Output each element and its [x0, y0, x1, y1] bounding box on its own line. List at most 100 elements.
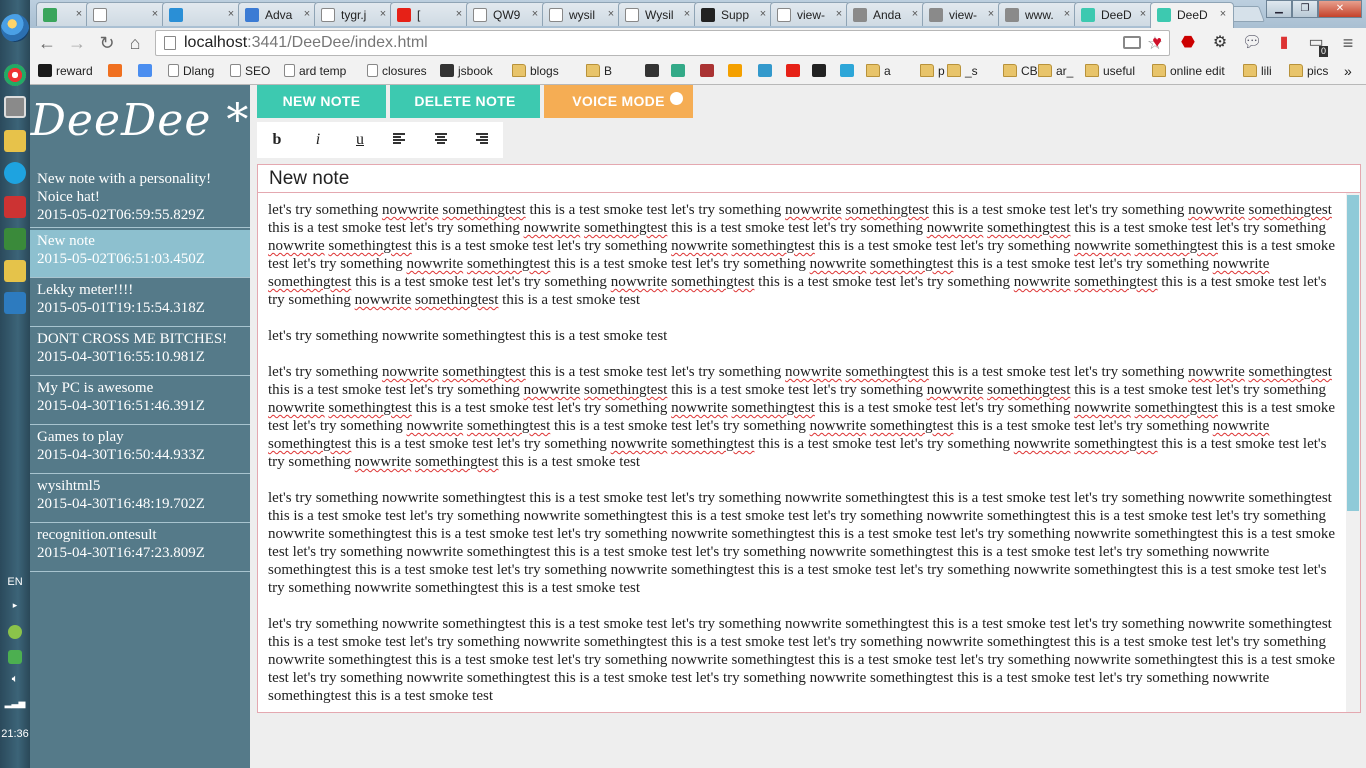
network-taskbar-icon[interactable] [4, 228, 26, 250]
address-bar[interactable]: localhost:3441/DeeDee/index.html ☆ [155, 30, 1170, 56]
misspelled-word[interactable]: somethingtest [845, 202, 928, 218]
misspelled-word[interactable]: somethingtest [415, 454, 498, 470]
tab-close-icon[interactable]: × [833, 7, 845, 21]
misspelled-word[interactable]: nowwrite [1014, 274, 1071, 290]
align-right-icon[interactable] [476, 133, 488, 145]
misspelled-word[interactable]: somethingtest [1135, 400, 1218, 416]
tab-close-icon[interactable]: × [681, 7, 693, 21]
misspelled-word[interactable]: nowwrite [268, 400, 325, 416]
bookmark-item[interactable]: lili [1243, 63, 1272, 80]
minimize-button[interactable]: ▁ [1266, 0, 1292, 18]
misspelled-word[interactable]: nowwrite [810, 418, 867, 434]
note-list-item[interactable]: recognition.ontesult 2015-04-30T16:47:23.… [30, 524, 250, 572]
misspelled-word[interactable]: somethingtest [1074, 274, 1157, 290]
misspelled-word[interactable]: somethingtest [442, 202, 525, 218]
tab-close-icon[interactable]: × [605, 7, 617, 21]
bold-button[interactable]: b [265, 128, 289, 152]
misspelled-word[interactable]: nowwrite [524, 220, 581, 236]
misspelled-word[interactable]: nowwrite [671, 400, 728, 416]
misspelled-word[interactable]: nowwrite [927, 220, 984, 236]
restore-button[interactable]: ❐ [1292, 0, 1318, 18]
note-body-editor[interactable]: let's try something nowwrite somethingte… [268, 201, 1346, 711]
forward-arrow-icon[interactable]: → [66, 32, 88, 54]
misspelled-word[interactable]: somethingtest [1074, 436, 1157, 452]
heart-extension-icon[interactable]: ♥ [1147, 33, 1167, 53]
cast-icon[interactable] [1123, 36, 1141, 49]
chrome-taskbar-icon[interactable] [4, 64, 26, 86]
bookmark-item[interactable]: a [866, 63, 891, 80]
chat-extension-icon[interactable]: 💬︎ [1242, 33, 1262, 53]
note-list-item[interactable]: Games to play 2015-04-30T16:50:44.933Z [30, 426, 250, 474]
misspelled-word[interactable]: somethingtest [1135, 238, 1218, 254]
misspelled-word[interactable]: nowwrite [268, 238, 325, 254]
misspelled-word[interactable]: somethingtest [987, 220, 1070, 236]
misspelled-word[interactable]: somethingtest [987, 382, 1070, 398]
browser-tab[interactable]: Wysil × [618, 2, 698, 26]
bookmark-item[interactable] [108, 63, 126, 80]
bookmark-item[interactable]: ard temp [284, 63, 346, 80]
misspelled-word[interactable]: somethingtest [268, 436, 351, 452]
terminal-taskbar-icon[interactable] [4, 96, 26, 118]
note-list-item[interactable]: My PC is awesome 2015-04-30T16:51:46.391Z [30, 377, 250, 425]
misspelled-word[interactable]: nowwrite [1074, 238, 1131, 254]
bookmark-icon-button[interactable] [840, 63, 858, 80]
bookmark-icon-button[interactable] [786, 63, 804, 80]
tab-close-icon[interactable]: × [1217, 7, 1229, 21]
browser-tab[interactable]: view- × [770, 2, 850, 26]
bookmark-item[interactable]: online edit [1152, 63, 1225, 80]
voice-mode-button[interactable]: VOICE MODE [544, 85, 693, 118]
tray-app-icon[interactable] [8, 625, 22, 639]
note-list-item[interactable]: New note 2015-05-02T06:51:03.450Z [30, 230, 250, 278]
browser-tab[interactable]: view- × [922, 2, 1002, 26]
browser-tab[interactable]: × [162, 2, 242, 26]
adblock-extension-icon[interactable]: ⬣ [1178, 33, 1198, 53]
misspelled-word[interactable]: somethingtest [845, 364, 928, 380]
misspelled-word[interactable]: nowwrite [1014, 436, 1071, 452]
sticky-notes-taskbar-icon[interactable] [4, 260, 26, 282]
bookmark-icon-button[interactable] [671, 63, 689, 80]
italic-button[interactable]: i [306, 128, 330, 152]
browser-tab[interactable]: DeeD × [1150, 2, 1234, 28]
browser-tab[interactable]: wysil × [542, 2, 622, 26]
taskbar-clock[interactable]: 21:36 [0, 728, 30, 740]
note-title-input[interactable]: New note [258, 165, 1360, 193]
bookmark-item[interactable]: CB [1003, 63, 1038, 80]
misspelled-word[interactable]: somethingtest [584, 382, 667, 398]
bookmark-item[interactable]: _s [947, 63, 978, 80]
tab-close-icon[interactable]: × [377, 7, 389, 21]
tray-expand-icon[interactable]: ▸ [0, 600, 30, 611]
tab-close-icon[interactable]: × [985, 7, 997, 21]
browser-tab[interactable]: [× [390, 2, 470, 26]
misspelled-word[interactable]: nowwrite [382, 202, 439, 218]
bookmark-item[interactable] [138, 63, 156, 80]
misspelled-word[interactable]: somethingtest [584, 220, 667, 236]
tab-close-icon[interactable]: × [757, 7, 769, 21]
misspelled-word[interactable]: nowwrite [1188, 202, 1245, 218]
misspelled-word[interactable]: somethingtest [671, 436, 754, 452]
align-left-icon[interactable] [393, 133, 405, 145]
bookmark-item[interactable]: reward [38, 63, 93, 80]
browser-tab[interactable]: www. × [998, 2, 1078, 26]
extension-badge-icon[interactable]: ▭ 0 [1306, 33, 1328, 57]
misspelled-word[interactable]: somethingtest [870, 256, 953, 272]
tab-close-icon[interactable]: × [73, 7, 85, 21]
app-taskbar-icon[interactable] [4, 196, 26, 218]
note-list-item[interactable]: wysihtml5 2015-04-30T16:48:19.702Z [30, 475, 250, 523]
windows-start-icon[interactable] [1, 14, 29, 42]
note-list-item[interactable]: DONT CROSS ME BITCHES! 2015-04-30T16:55:1… [30, 328, 250, 376]
reload-icon[interactable]: ↻ [96, 32, 118, 54]
misspelled-word[interactable]: nowwrite [611, 274, 668, 290]
misspelled-word[interactable]: nowwrite [785, 202, 842, 218]
tab-close-icon[interactable]: × [1137, 7, 1149, 21]
browser-tab[interactable]: Supp × [694, 2, 774, 26]
misspelled-word[interactable]: somethingtest [732, 400, 815, 416]
note-list-item[interactable]: Lekky meter!!!! 2015-05-01T19:15:54.318Z [30, 279, 250, 327]
browser-tab[interactable]: × [86, 2, 166, 26]
home-icon[interactable]: ⌂ [124, 32, 146, 54]
misspelled-word[interactable]: nowwrite [355, 454, 412, 470]
close-window-button[interactable]: ✕ [1318, 0, 1362, 18]
bookmark-item[interactable]: pics [1289, 63, 1328, 80]
misspelled-word[interactable]: nowwrite [382, 364, 439, 380]
bookmark-item[interactable]: SEO [230, 63, 270, 80]
bookmark-item[interactable]: closures [367, 63, 427, 80]
